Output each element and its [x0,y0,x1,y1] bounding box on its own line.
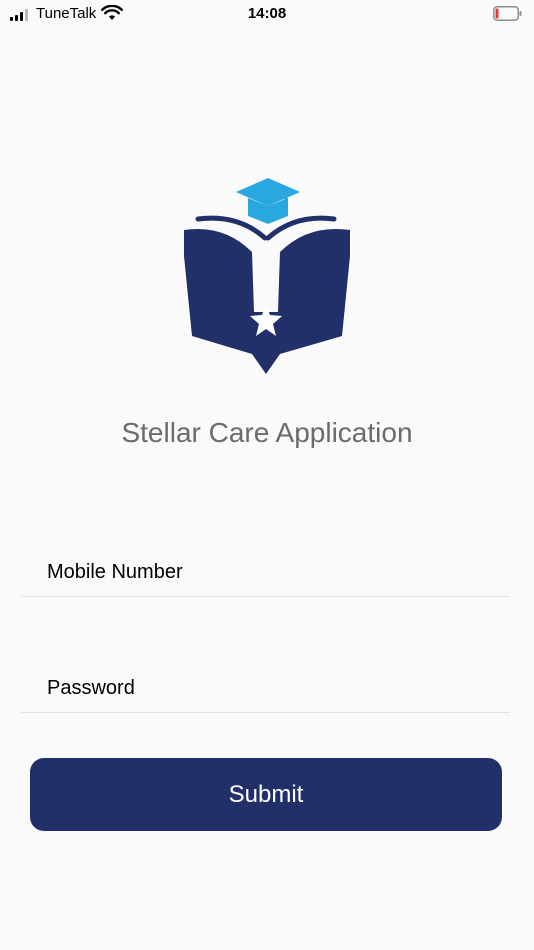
mobile-number-field [21,549,510,597]
submit-button[interactable]: Submit [30,758,502,831]
status-bar: TuneTalk 14:08 [0,0,534,28]
app-logo [184,178,350,374]
app-title: Stellar Care Application [121,417,413,448]
password-input[interactable] [47,665,510,712]
password-field [21,665,510,713]
clock-time: 14:08 [247,5,287,22]
mobile-number-input[interactable] [47,549,510,596]
battery-icon [493,6,522,21]
